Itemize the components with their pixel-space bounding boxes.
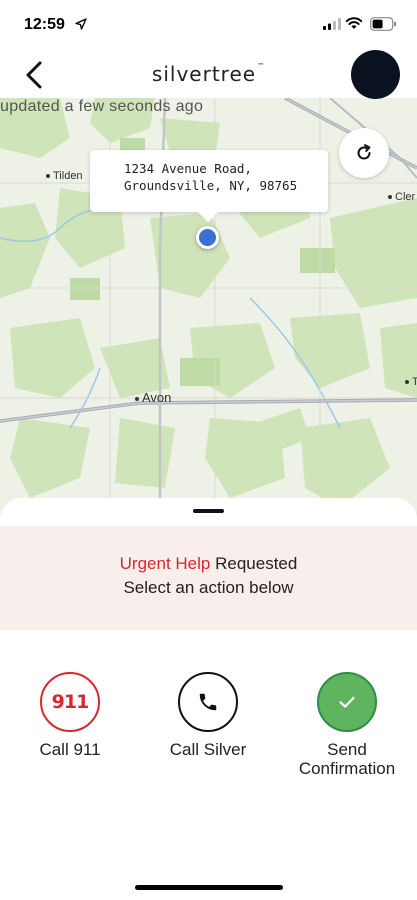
- send-confirmation-button[interactable]: Send Confirmation: [277, 672, 417, 778]
- wifi-icon: [345, 17, 363, 29]
- call-silver-button[interactable]: Call Silver: [138, 672, 278, 759]
- call-silver-circle[interactable]: [178, 672, 238, 732]
- location-arrow-icon: [75, 18, 87, 30]
- send-confirmation-circle[interactable]: [317, 672, 377, 732]
- address-line-2: Groundsville, NY, 98765: [124, 178, 298, 193]
- sheet-drag-handle[interactable]: [193, 509, 224, 513]
- send-confirmation-label: Send Confirmation: [277, 740, 417, 778]
- refresh-location-button[interactable]: [339, 128, 389, 178]
- alert-instruction: Select an action below: [123, 578, 294, 597]
- call-911-label: Call 911: [39, 740, 101, 759]
- phone-icon: [199, 693, 217, 711]
- call-911-icon-text: 911: [51, 691, 90, 713]
- place-dot-icon: [135, 396, 139, 401]
- map-place-label: Tilden: [46, 170, 83, 182]
- brand-trademark: ™: [257, 62, 266, 70]
- map-place-label: T: [405, 376, 417, 388]
- home-indicator[interactable]: [135, 885, 283, 890]
- alert-requested-text: Requested: [210, 554, 298, 573]
- location-pin-icon[interactable]: [196, 226, 219, 249]
- status-time: 12:59: [24, 16, 65, 33]
- alert-title: Urgent Help Requested: [0, 554, 417, 574]
- last-updated-text: updated a few seconds ago: [0, 98, 204, 115]
- battery-icon: [370, 17, 396, 31]
- call-911-button[interactable]: 911 Call 911: [0, 672, 140, 759]
- send-confirmation-label-line2: Confirmation: [298, 759, 396, 778]
- brand-name: silvertree: [151, 62, 257, 86]
- call-silver-label: Call Silver: [169, 740, 247, 759]
- send-confirmation-label-line1: Send: [327, 740, 367, 759]
- call-911-icon[interactable]: 911: [40, 672, 100, 732]
- map-view[interactable]: updated a few seconds ago Tilden Cler Av…: [0, 98, 417, 518]
- avatar[interactable]: [351, 50, 400, 99]
- app-header: silvertree™: [0, 50, 417, 99]
- alert-urgent-text: Urgent Help: [119, 554, 211, 573]
- address-line-1: 1234 Avenue Road,: [124, 161, 252, 176]
- map-place-label: Avon: [135, 390, 171, 405]
- place-dot-icon: [46, 174, 50, 179]
- place-dot-icon: [388, 195, 392, 200]
- place-dot-icon: [405, 380, 409, 385]
- checkmark-icon: [339, 696, 355, 708]
- cellular-signal-icon: [323, 18, 341, 30]
- urgent-help-banner: Urgent Help Requested Select an action b…: [0, 526, 417, 630]
- address-callout[interactable]: 1234 Avenue Road, Groundsville, NY, 9876…: [90, 150, 328, 222]
- map-place-label: Cler: [388, 191, 415, 203]
- status-bar: 12:59: [0, 0, 417, 50]
- refresh-icon: [357, 144, 371, 160]
- action-sheet: Urgent Help Requested Select an action b…: [0, 498, 417, 900]
